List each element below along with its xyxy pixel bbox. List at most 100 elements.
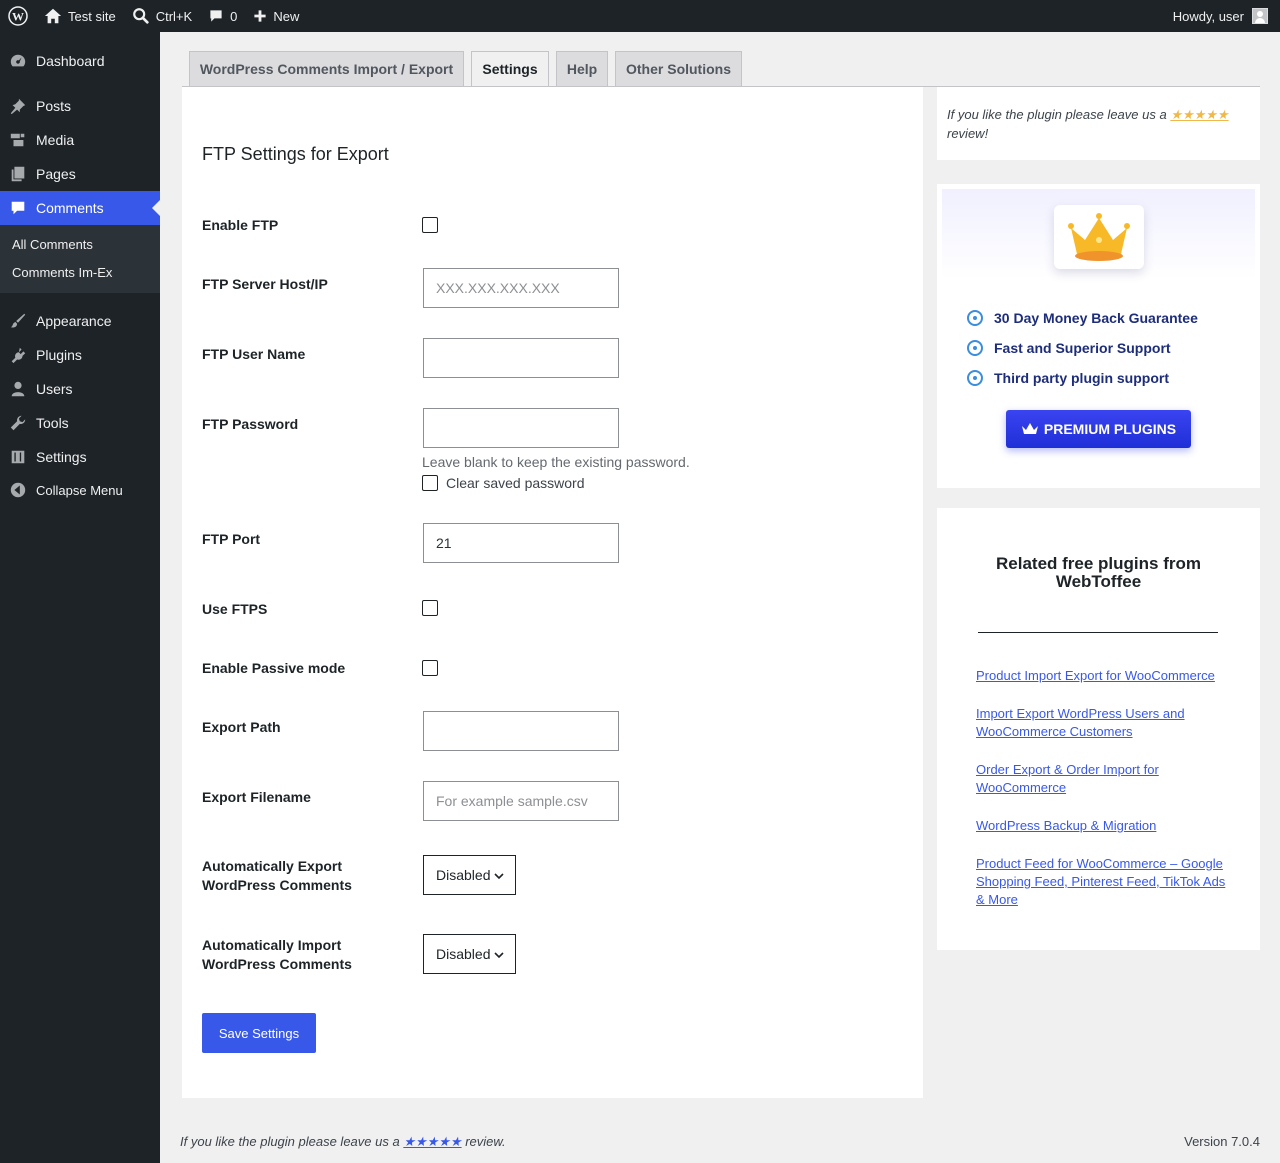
related-link[interactable]: Order Export & Order Import for WooComme…	[976, 761, 1231, 797]
enable-ftp-checkbox[interactable]	[422, 217, 438, 233]
section-title: FTP Settings for Export	[202, 144, 389, 164]
menu-label: Tools	[36, 415, 69, 431]
related-link[interactable]: Product Feed for WooCommerce – Google Sh…	[976, 855, 1231, 909]
collapse-menu-button[interactable]: Collapse Menu	[0, 473, 160, 507]
related-link[interactable]: Product Import Export for WooCommerce	[976, 667, 1231, 685]
comments-link[interactable]: 0	[200, 0, 245, 32]
save-settings-button[interactable]: Save Settings	[202, 1013, 316, 1053]
crown-card	[1054, 205, 1144, 269]
menu-plugins[interactable]: Plugins	[0, 338, 160, 372]
menu-label: Users	[36, 381, 73, 397]
menu-label: Settings	[36, 449, 87, 465]
collapse-arrow-icon	[0, 481, 36, 499]
enable-ftp-label: Enable FTP	[202, 217, 279, 233]
related-plugins-box: Related free plugins from WebToffee Prod…	[937, 508, 1260, 950]
menu-label: Pages	[36, 166, 76, 182]
submenu-comments-im-ex[interactable]: Comments Im-Ex	[12, 265, 112, 280]
review-text-before: If you like the plugin please leave us a	[947, 107, 1171, 122]
menu-pages[interactable]: Pages	[0, 157, 160, 191]
feature-third-party: Third party plugin support	[967, 370, 1169, 386]
svg-text:W: W	[12, 10, 24, 24]
auto-import-select[interactable]: Disabled	[423, 934, 516, 974]
related-link[interactable]: WordPress Backup & Migration	[976, 817, 1231, 835]
password-hint: Leave blank to keep the existing passwor…	[422, 454, 690, 470]
plug-icon	[0, 346, 36, 364]
media-icon	[0, 131, 36, 149]
my-account[interactable]: Howdy, user	[1173, 8, 1280, 24]
menu-label: Posts	[36, 98, 72, 114]
auto-export-label: Automatically Export WordPress Comments	[202, 858, 352, 893]
menu-settings[interactable]: Settings	[0, 440, 160, 474]
passive-label: Enable Passive mode	[202, 660, 346, 676]
review-stars-link[interactable]: ★★★★★	[1170, 107, 1228, 122]
passive-checkbox[interactable]	[422, 660, 438, 676]
chevron-down-icon	[494, 952, 504, 959]
feature-label: Third party plugin support	[994, 370, 1169, 386]
port-label: FTP Port	[202, 531, 261, 547]
feature-label: 30 Day Money Back Guarantee	[994, 310, 1198, 326]
password-input[interactable]	[423, 408, 619, 448]
menu-comments[interactable]: Comments	[0, 191, 160, 225]
auto-import-value: Disabled	[436, 946, 491, 962]
premium-plugins-button[interactable]: PREMIUM PLUGINS	[1006, 410, 1191, 448]
admin-bar: W Test site Ctrl+K 0 New Howdy, user	[0, 0, 1280, 32]
pin-icon	[0, 97, 36, 115]
wordpress-logo-icon[interactable]: W	[0, 0, 36, 32]
auto-export-select[interactable]: Disabled	[423, 855, 516, 895]
tab-other-solutions[interactable]: Other Solutions	[615, 51, 742, 87]
tab-import-export[interactable]: WordPress Comments Import / Export	[189, 51, 464, 87]
dashboard-icon	[0, 52, 36, 70]
menu-label: Comments	[36, 200, 104, 216]
host-input[interactable]	[423, 268, 619, 308]
export-path-label: Export Path	[202, 719, 281, 735]
port-input[interactable]	[423, 523, 619, 563]
comment-icon	[0, 199, 36, 217]
feature-money-back: 30 Day Money Back Guarantee	[967, 310, 1198, 326]
premium-promo-box: 30 Day Money Back Guarantee Fast and Sup…	[937, 184, 1260, 488]
ftps-checkbox[interactable]	[422, 600, 438, 616]
menu-dashboard[interactable]: Dashboard	[0, 44, 160, 78]
comments-submenu: All Comments Comments Im-Ex	[0, 225, 160, 293]
brush-icon	[0, 312, 36, 330]
greeting: Howdy, user	[1172, 8, 1244, 24]
related-divider	[978, 632, 1218, 633]
export-filename-input[interactable]	[423, 781, 619, 821]
footer-text-after: review.	[461, 1134, 506, 1149]
command-palette-button[interactable]: Ctrl+K	[124, 0, 200, 32]
username-input[interactable]	[423, 338, 619, 378]
menu-media[interactable]: Media	[0, 123, 160, 157]
feature-support: Fast and Superior Support	[967, 340, 1171, 356]
host-label: FTP Server Host/IP	[202, 276, 328, 292]
site-name: Test site	[68, 8, 116, 24]
tab-settings[interactable]: Settings	[471, 51, 549, 87]
clear-password-label: Clear saved password	[446, 475, 585, 491]
related-link[interactable]: Import Export WordPress Users and WooCom…	[976, 705, 1231, 741]
menu-tools[interactable]: Tools	[0, 406, 160, 440]
home-icon	[44, 8, 62, 24]
menu-label: Dashboard	[36, 53, 105, 69]
new-content-link[interactable]: New	[245, 0, 307, 32]
related-title: Related free plugins from WebToffee	[996, 554, 1201, 591]
admin-sidebar: Dashboard Posts Media Pages Comments All…	[0, 32, 160, 1163]
menu-users[interactable]: Users	[0, 372, 160, 406]
version-label: Version 7.0.4	[1184, 1134, 1260, 1149]
plus-icon	[254, 10, 267, 22]
menu-appearance[interactable]: Appearance	[0, 304, 160, 338]
export-path-input[interactable]	[423, 711, 619, 751]
settings-panel: FTP Settings for Export Enable FTP FTP S…	[182, 87, 923, 1098]
clear-password-checkbox[interactable]	[422, 475, 438, 491]
tab-help[interactable]: Help	[556, 51, 608, 87]
auto-import-label: Automatically Import WordPress Comments	[202, 937, 352, 972]
auto-export-value: Disabled	[436, 867, 491, 883]
site-name-link[interactable]: Test site	[36, 0, 124, 32]
crown-icon	[1068, 213, 1130, 261]
footer-text-before: If you like the plugin please leave us a	[180, 1134, 404, 1149]
crown-icon	[1021, 423, 1038, 434]
submenu-all-comments[interactable]: All Comments	[12, 237, 93, 252]
sliders-icon	[0, 448, 36, 466]
pages-icon	[0, 165, 36, 183]
footer-stars-link[interactable]: ★★★★★	[403, 1134, 461, 1149]
menu-posts[interactable]: Posts	[0, 89, 160, 123]
money-back-icon	[967, 310, 983, 326]
export-filename-label: Export Filename	[202, 789, 311, 805]
